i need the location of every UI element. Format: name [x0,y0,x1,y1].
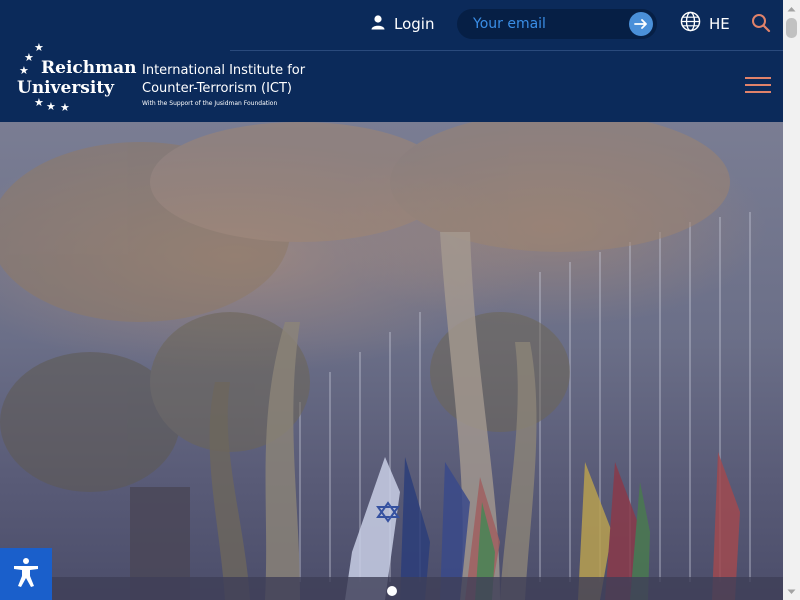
logo-line-1: Reichman [41,58,137,78]
scrollbar-thumb[interactable] [786,18,797,38]
arrow-right-icon [634,17,648,32]
language-switcher[interactable]: HE [680,11,730,37]
scroll-up-button[interactable] [783,0,800,17]
search-icon [751,14,771,37]
header-divider [230,50,783,51]
search-button[interactable] [751,13,771,33]
institute-line-1: International Institute for [142,63,306,78]
scrollbar[interactable] [783,0,800,600]
institute-line-2: Counter-Terrorism (ICT) [142,81,292,96]
site-header: Login Your email HE ★ ★ ★ ★ ★ ★ Reichman… [0,0,783,122]
user-icon [370,14,386,35]
login-link[interactable]: Login [370,12,434,36]
star-icon: ★ [60,102,70,114]
star-icon: ★ [46,101,56,113]
star-icon: ★ [34,97,44,109]
reichman-university-logo[interactable]: ★ ★ ★ ★ ★ ★ Reichman University [14,40,136,114]
accessibility-button[interactable] [0,548,52,600]
star-icon: ★ [34,42,44,54]
newsletter-form [457,9,657,39]
accessibility-icon [10,556,42,593]
page: Login Your email HE ★ ★ ★ ★ ★ ★ Reichman… [0,0,800,600]
email-input[interactable] [457,9,625,39]
hero-background-image [0,122,783,600]
institute-title: International Institute for Counter-Terr… [142,62,305,109]
email-submit-button[interactable] [629,12,653,36]
logo-wordmark: Reichman University [14,58,136,98]
logo-line-2: University [17,78,115,98]
hamburger-menu-icon[interactable] [745,75,771,95]
scroll-down-button[interactable] [783,583,800,600]
globe-icon [680,11,701,37]
carousel-dot[interactable] [387,586,397,596]
hero-banner [0,122,783,600]
language-label: HE [709,15,730,33]
institute-support: With the Support of the Jusidman Foundat… [142,100,278,107]
login-label: Login [394,15,435,33]
